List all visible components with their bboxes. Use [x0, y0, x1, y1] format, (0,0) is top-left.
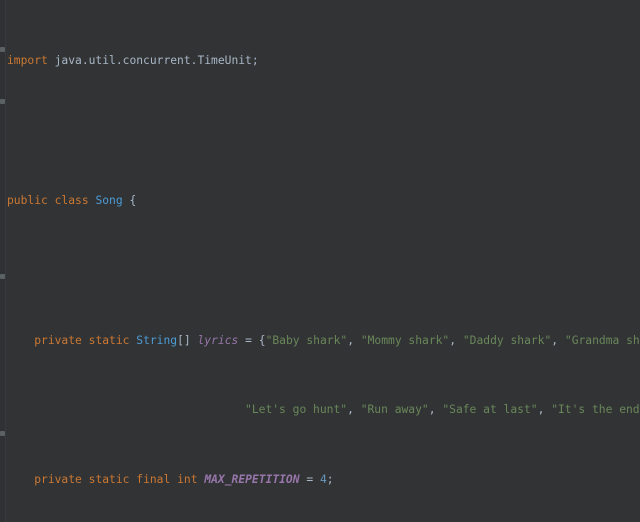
comma: , [428, 403, 436, 417]
number-literal: 4 [319, 473, 327, 487]
keyword-int: int [177, 473, 198, 487]
assign-operator: = [245, 333, 252, 347]
array-brackets: [] [177, 333, 191, 347]
string-literal: "Mommy shark" [360, 333, 450, 347]
comma: , [537, 403, 545, 417]
code-content[interactable]: import java.util.concurrent.TimeUnit; pu… [7, 0, 640, 522]
gutter-marker-doo-method[interactable] [0, 274, 5, 279]
string-literal: "Baby shark" [265, 333, 348, 347]
keyword-class: class [54, 193, 89, 207]
comma: , [347, 403, 354, 417]
string-literal: "It's the end" [551, 403, 640, 417]
keyword-final: final [136, 473, 171, 487]
field-lyrics: lyrics [197, 333, 239, 347]
keyword-import: import [7, 54, 48, 68]
comma: , [347, 333, 354, 347]
string-literal: "Safe at last" [442, 403, 538, 417]
comma: , [449, 333, 457, 347]
comma: , [551, 333, 559, 347]
keyword-static: static [88, 333, 130, 347]
keyword-private: private [34, 333, 82, 347]
class-name-song: Song [95, 193, 123, 207]
string-literal: "Daddy shark" [462, 333, 552, 347]
editor-gutter[interactable] [0, 0, 6, 522]
code-line[interactable] [7, 262, 640, 279]
import-path: java.util.concurrent.TimeUnit; [54, 54, 259, 68]
field-max-repetition: MAX_REPETITION [204, 473, 300, 487]
type-string: String [136, 333, 178, 347]
semicolon: ; [326, 473, 334, 487]
code-editor[interactable]: import java.util.concurrent.TimeUnit; pu… [0, 0, 640, 522]
gutter-marker-pause-method[interactable] [0, 431, 5, 436]
gutter-marker-main-method[interactable] [0, 99, 5, 104]
code-line[interactable]: private static String[] lyrics = {"Baby … [7, 332, 640, 349]
string-literal: "Grandma shark" [564, 333, 640, 347]
brace-open: { [129, 193, 137, 207]
code-line[interactable]: private static final int MAX_REPETITION … [7, 471, 640, 488]
code-line[interactable] [7, 122, 640, 139]
string-literal: "Let's go hunt" [245, 403, 348, 417]
keyword-private: private [34, 473, 82, 487]
code-line[interactable]: "Let's go hunt", "Run away", "Safe at la… [7, 401, 640, 418]
code-line[interactable]: import java.util.concurrent.TimeUnit; [7, 52, 640, 69]
string-literal: "Run away" [360, 403, 429, 417]
brace-open: { [258, 333, 266, 347]
code-line[interactable]: public class Song { [7, 192, 640, 209]
assign-operator: = [306, 473, 314, 487]
keyword-public: public [7, 193, 48, 207]
gutter-marker-field[interactable] [0, 47, 5, 52]
keyword-static: static [88, 473, 130, 487]
